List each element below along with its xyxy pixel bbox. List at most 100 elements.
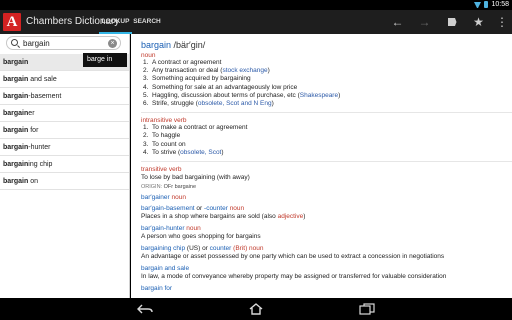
subentry-def-after: ) [303, 213, 306, 221]
subentry-headword[interactable]: bar′gainer [141, 194, 170, 201]
word-list: bargain bargain and sale bargain-basemen… [0, 54, 129, 190]
entry-pronunciation: /bär′gin/ [171, 40, 206, 50]
sense-text: To count on [152, 140, 186, 148]
list-item-rest: ing chip [28, 161, 53, 168]
intransitive-section: intransitive verb 1. To make a contract o… [141, 112, 512, 157]
subentry-pos: noun [184, 225, 201, 233]
sense-text: Something for sale at an advantageously … [152, 83, 298, 91]
clear-search-icon[interactable]: × [108, 39, 117, 48]
list-item[interactable]: bargaining chip [0, 156, 129, 173]
sense-link[interactable]: obsolete, Scot [180, 149, 221, 156]
subentry-definition: In law, a mode of conveyance whereby pro… [141, 273, 447, 281]
subentry-headword-alt[interactable]: counter [210, 245, 232, 252]
back-arrow-icon[interactable]: ← [384, 10, 411, 34]
sense-number: 1. [143, 59, 149, 66]
star-icon[interactable]: ★ [465, 10, 492, 34]
tab-lookup[interactable]: LOOKUP [99, 10, 132, 34]
subentry-mid: (US) or [185, 245, 210, 253]
noun-label: noun [141, 52, 156, 59]
list-item[interactable]: bargain and sale [0, 71, 129, 88]
list-item-match: bargain [3, 76, 29, 83]
toolbar-icons: ← → ★ ⋮ [384, 10, 512, 34]
intransitive-label: intransitive verb [141, 117, 187, 125]
subentry-headword[interactable]: bargaining chip [141, 245, 185, 252]
sense-link[interactable]: obsolete, Scot and N Eng [198, 100, 272, 107]
subentry-definition: An advantage or asset possessed by one p… [141, 253, 445, 261]
sense-text: To haggle [152, 132, 181, 140]
sense-item: 2. Any transaction or deal (stock exchang… [143, 67, 512, 75]
subentry-definition: A person who goes shopping for bargains [141, 233, 261, 241]
word-list-pane: × bargain bargain and sale bargain-basem… [0, 34, 130, 298]
list-item-rest: and sale [28, 76, 57, 83]
sense-number: 4. [143, 148, 149, 156]
sense-link[interactable]: stock exchange [222, 67, 267, 74]
subentry-headword-alt[interactable]: -counter [204, 205, 228, 212]
overflow-menu-icon[interactable]: ⋮ [492, 10, 512, 34]
transitive-section: transitive verb To lose by bad bargainin… [141, 161, 512, 190]
search-input[interactable] [23, 38, 107, 49]
subentry: bargain for [141, 285, 512, 292]
noun-senses: 1. A contract or agreement 2. Any transact… [143, 59, 512, 108]
transitive-definition: To lose by bad bargaining (with away) [141, 174, 250, 182]
status-bar: 10:58 [0, 0, 512, 10]
sense-item: 3. To count on [143, 141, 512, 149]
list-item-rest: er [28, 110, 35, 117]
subentry: bargain and sale In law, a mode of conve… [141, 265, 512, 281]
subentry-headword[interactable]: bargain for [141, 285, 172, 292]
list-item-match: bargain [3, 59, 29, 66]
sense-text: To strive ( [152, 148, 181, 156]
clock: 10:58 [491, 1, 509, 8]
sense-text: To make a contract or agreement [152, 124, 248, 132]
list-item-match: bargain [3, 178, 29, 185]
sense-after: ) [271, 100, 274, 108]
sense-item: 6. Strife, struggle (obsolete, Scot and N… [143, 100, 512, 108]
intransitive-senses: 1. To make a contract or agreement 2. To h… [143, 124, 512, 157]
nav-back-icon[interactable] [130, 298, 160, 320]
sense-number: 1. [143, 124, 149, 132]
sense-text: Haggling, discussion about terms of purc… [152, 91, 300, 99]
list-item[interactable]: bargain-hunter [0, 139, 129, 156]
suggestion-tooltip[interactable]: barge in [83, 53, 127, 67]
status-icons: 10:58 [474, 1, 509, 8]
list-item[interactable]: bargain on [0, 173, 129, 190]
sense-number: 2. [143, 132, 149, 140]
entry-headword-line: bargain /bär′gin/ [141, 40, 512, 50]
list-item[interactable]: bargain for [0, 122, 129, 139]
sense-item: 2. To haggle [143, 132, 512, 140]
list-item[interactable]: bargain-basement [0, 88, 129, 105]
list-item-match: bargain [3, 93, 29, 100]
subentry-pos: (Brit) noun [231, 245, 264, 253]
sense-after: ) [221, 148, 224, 156]
navigation-bar [0, 298, 512, 320]
search-icon [11, 39, 18, 46]
bookmark-icon[interactable] [438, 10, 465, 34]
sense-link[interactable]: Shakespeare [300, 92, 338, 99]
subentry-pos: noun [169, 194, 186, 202]
list-item-match: bargain [3, 144, 29, 151]
subentry: bar′gainer noun [141, 194, 512, 201]
subentry-headword[interactable]: bar′gain-hunter [141, 225, 185, 232]
nav-recent-apps-icon[interactable] [352, 298, 382, 320]
subentry-headword[interactable]: bar′gain-basement [141, 205, 195, 212]
sense-number: 5. [143, 91, 149, 99]
sense-text: A contract or agreement [152, 59, 222, 66]
sense-text: Something acquired by bargaining [152, 75, 251, 83]
sense-item: 4. To strive (obsolete, Scot) [143, 149, 512, 157]
entry-pane: bargain /bär′gin/ noun 1. A contract or a… [131, 34, 512, 298]
subentry: bar′gain-hunter noun A person who goes s… [141, 225, 512, 241]
subentry-headword[interactable]: bargain and sale [141, 265, 189, 272]
sense-number: 3. [143, 75, 149, 83]
list-item[interactable]: bargainer [0, 105, 129, 122]
search-box[interactable]: × [6, 36, 121, 50]
action-bar: A Chambers Dictionary LOOKUP SEARCH ← → … [0, 10, 512, 34]
list-item-rest: for [28, 127, 39, 134]
sense-number: 2. [143, 67, 149, 75]
list-item-rest: on [28, 178, 39, 185]
transitive-label: transitive verb [141, 166, 182, 174]
app-logo-icon[interactable]: A [3, 13, 21, 31]
subentry-definition: Places in a shop where bargains are sold… [141, 213, 278, 221]
forward-arrow-icon[interactable]: → [411, 10, 438, 34]
tab-search[interactable]: SEARCH [133, 10, 161, 34]
nav-home-icon[interactable] [241, 298, 271, 320]
sense-item: 1. To make a contract or agreement [143, 124, 512, 132]
